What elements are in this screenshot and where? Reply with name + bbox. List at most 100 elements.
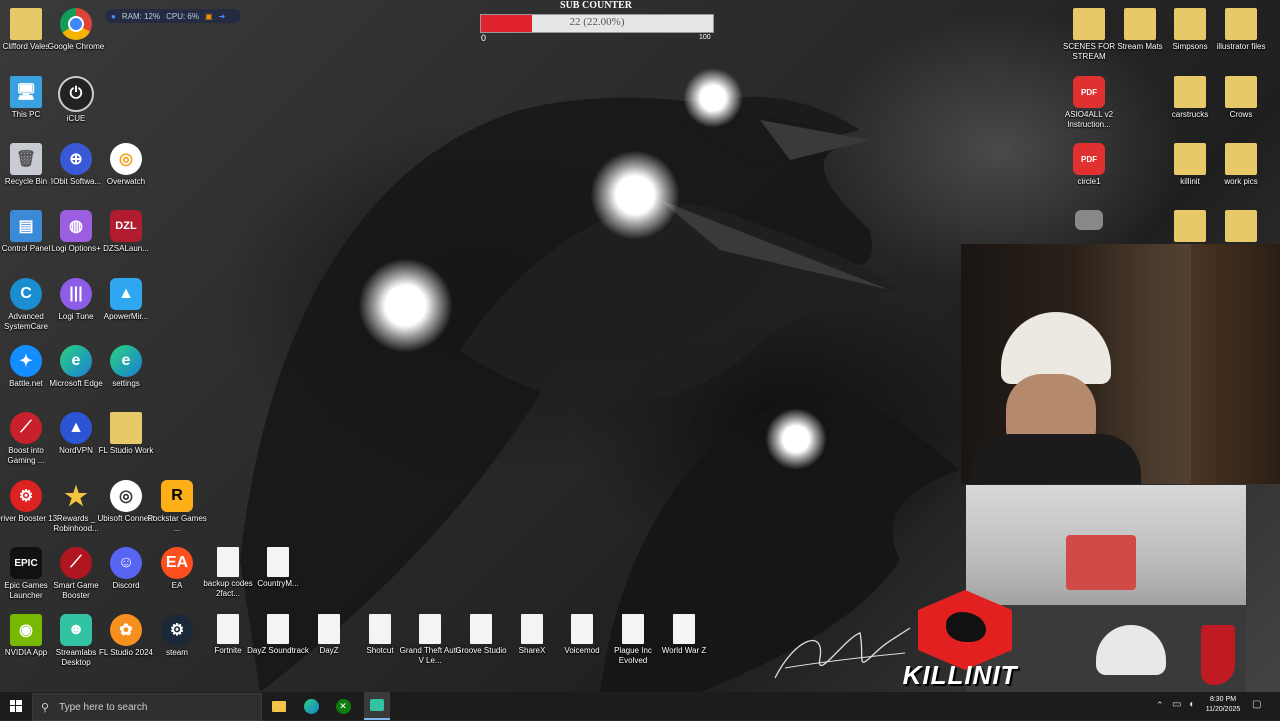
nvidia-icon: ◉ <box>10 614 42 646</box>
driver-booster-icon: ⚙ <box>10 480 42 512</box>
desktop-icon-illustrator-files[interactable]: illustrator files <box>1209 4 1273 68</box>
shortcut-file-icon <box>318 614 340 644</box>
gift-icon: ▣ <box>204 11 213 21</box>
crow-eye-glow <box>590 150 680 240</box>
folder-icon <box>1073 8 1105 40</box>
sub-counter-min: 0 <box>481 33 487 43</box>
smart-game-booster-icon: ⟋ <box>60 547 92 579</box>
desktop-icon-settings[interactable]: e settings <box>94 341 158 405</box>
icue-icon: ⏻ <box>58 76 94 112</box>
clock-time: 8:30 PM <box>1209 696 1237 703</box>
fl-studio-icon: ✿ <box>110 614 142 646</box>
folder-icon <box>1174 8 1206 40</box>
overwatch-icon: ◎ <box>110 143 142 175</box>
streamlabs-icon: ☻ <box>60 614 92 646</box>
desktop-icon-dzsa-launcher[interactable]: DZL DZSALaun... <box>94 206 158 270</box>
desktop-icon-google-chrome[interactable]: Google Chrome <box>44 4 108 68</box>
folder-icon <box>1124 8 1156 40</box>
system-monitor-widget: ● RAM: 12% CPU: 6% ▣ ➜ <box>105 9 241 23</box>
search-icon: ⚲ <box>41 701 50 714</box>
control-panel-icon: ▤ <box>10 210 42 242</box>
taskbar: ⚲ Type here to search ✕ ⌃ ▭ ◖ 8:30 PM 11… <box>0 692 1280 721</box>
search-box[interactable]: ⚲ Type here to search <box>32 693 262 721</box>
epic-games-icon: EPIC <box>10 547 42 579</box>
speaker-icon[interactable]: ◖ <box>1188 699 1194 710</box>
shortcut-file-icon <box>419 614 441 644</box>
cpu-usage: CPU: 6% <box>166 11 199 21</box>
folder-icon <box>272 700 286 712</box>
logi-options-icon: ◍ <box>60 210 92 242</box>
shortcut-file-icon <box>571 614 593 644</box>
shortcut-file-icon <box>622 614 644 644</box>
edge-icon <box>303 698 319 714</box>
recycle-bin-icon: 🗑 <box>10 143 42 175</box>
webcam-face-feed <box>961 244 1280 484</box>
xbox-button[interactable]: ✕ <box>332 692 354 720</box>
dzsa-icon: DZL <box>110 210 142 242</box>
file-explorer-button[interactable] <box>268 692 290 720</box>
desktop-icon-crows[interactable]: Crows <box>1209 72 1273 136</box>
notification-icon[interactable]: ▢ <box>1252 699 1261 710</box>
folder-icon <box>1225 210 1257 242</box>
desktop-icon-work-pics[interactable]: work pics <box>1209 139 1273 203</box>
desktop-icon-countrym[interactable]: CountryM... <box>246 543 310 607</box>
clock-date: 11/20/2025 <box>1205 706 1241 713</box>
rockstar-icon: R <box>161 480 193 512</box>
computer-icon: 🖥 <box>10 76 42 108</box>
chrome-icon <box>60 8 92 40</box>
user-folder-icon <box>10 8 42 40</box>
desktop-icon-rockstar-games[interactable]: R Rockstar Games ... <box>145 476 209 540</box>
discord-icon: ☺ <box>110 547 142 579</box>
sub-counter-title: SUB COUNTER <box>560 0 632 11</box>
webcam-curtain <box>1191 244 1280 484</box>
edge-button[interactable] <box>300 692 322 720</box>
iobit-icon: ⊕ <box>60 143 92 175</box>
crow-eye-glow <box>683 68 743 128</box>
webcam-stocking <box>1201 625 1235 685</box>
arrow-icon: ➜ <box>218 11 226 21</box>
battlenet-icon: ✦ <box>10 345 42 377</box>
logi-tune-icon: ||| <box>60 278 92 310</box>
shortcut-file-icon <box>673 614 695 644</box>
tray-chevron-icon[interactable]: ⌃ <box>1156 700 1164 711</box>
pdf-icon: PDF <box>1073 76 1105 108</box>
crow-eye-glow <box>358 258 453 353</box>
edge-icon: e <box>60 345 92 377</box>
desktop-icon-icue[interactable]: ⏻ iCUE <box>44 72 108 136</box>
desktop-icon-partial[interactable] <box>1057 206 1121 242</box>
network-icon[interactable]: ▭ <box>1172 699 1181 710</box>
shortcut-file-icon <box>521 614 543 644</box>
desktop-icon-world-war-z[interactable]: World War Z <box>652 610 716 674</box>
webcam-keyboard <box>1066 535 1136 590</box>
folder-icon <box>1225 76 1257 108</box>
apowermirror-icon: ▲ <box>110 278 142 310</box>
folder-icon <box>1174 76 1206 108</box>
search-placeholder: Type here to search <box>59 701 148 713</box>
crow-eye-glow <box>765 408 827 470</box>
shortcut-file-icon <box>217 614 239 644</box>
ea-icon: EA <box>161 547 193 579</box>
folder-icon <box>1174 143 1206 175</box>
folder-icon <box>1174 210 1206 242</box>
streamlabs-taskbar-button[interactable] <box>364 692 390 720</box>
pdf-icon: PDF <box>1073 143 1105 175</box>
file-icon <box>1075 210 1103 230</box>
desktop-icon-overwatch[interactable]: ◎ Overwatch <box>94 139 158 203</box>
desktop-icon-apowermirror[interactable]: ▲ ApowerMir... <box>94 274 158 338</box>
start-button[interactable] <box>0 692 32 720</box>
sub-counter-max: 100 <box>699 34 711 41</box>
desktop-icon-partial[interactable] <box>1209 206 1273 242</box>
killinit-logo: KILLINIT <box>880 590 1040 690</box>
desktop-icon-asio4all[interactable]: PDF ASIO4ALL v2 Instruction... <box>1057 72 1121 136</box>
desktop-icon-circle1[interactable]: PDF circle1 <box>1057 139 1121 203</box>
desktop-icon-fl-studio-work[interactable]: FL Studio Work <box>94 408 158 472</box>
shortcut-file-icon <box>470 614 492 644</box>
folder-icon <box>1225 8 1257 40</box>
ubisoft-icon: ◎ <box>110 480 142 512</box>
steam-icon: ⚙ <box>161 614 193 646</box>
streamlabs-icon <box>370 699 384 711</box>
document-icon <box>217 547 239 577</box>
star-icon: ★ <box>64 480 88 511</box>
clock[interactable]: 8:30 PM 11/20/2025 <box>1200 695 1246 715</box>
shortcut-file-icon <box>267 614 289 644</box>
